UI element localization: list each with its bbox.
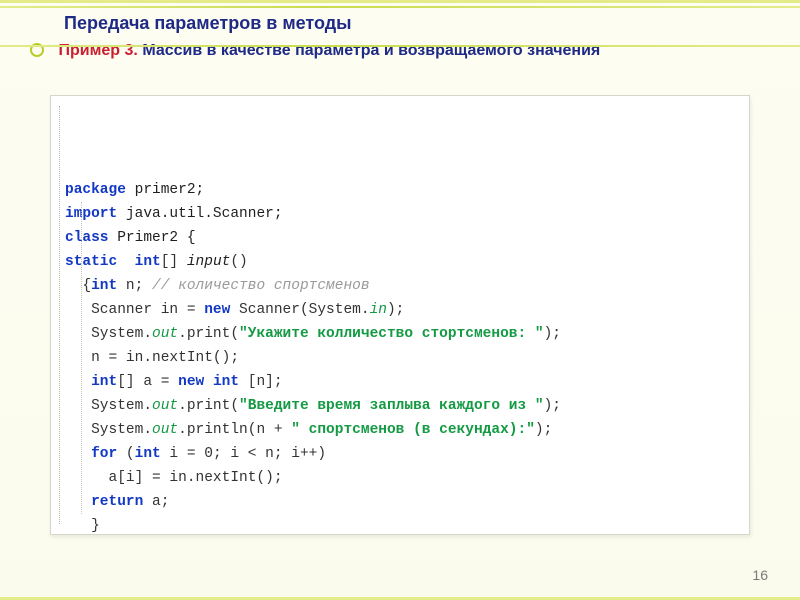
gutter-line-inner	[81, 202, 84, 514]
code-text: );	[544, 326, 561, 342]
code-text: );	[535, 422, 552, 438]
code-text	[65, 374, 91, 390]
code-block: package primer2; import java.util.Scanne…	[50, 95, 750, 535]
code-text: i = 0; i < n; i++)	[161, 446, 326, 462]
slide-subtitle: Пример 3. Массив в качестве параметра и …	[0, 34, 800, 60]
code-kw: new	[178, 374, 204, 390]
code-text: a[i] = in.nextInt();	[65, 470, 283, 486]
code-text: n = in.nextInt();	[65, 350, 239, 366]
code-comment: // количество спортсменов	[152, 278, 370, 294]
code-text: System.	[65, 398, 152, 414]
page-number: 16	[752, 567, 768, 583]
code-method-name: input	[187, 254, 231, 270]
slide-title: Передача параметров в методы	[0, 3, 800, 34]
example-text: Массив в качестве параметра и возвращаем…	[142, 42, 600, 59]
code-text: Primer2 {	[109, 230, 196, 246]
code-member: out	[152, 422, 178, 438]
gutter-line	[59, 106, 62, 524]
code-member: in	[370, 302, 387, 318]
code-text: [n];	[239, 374, 283, 390]
code-text: a;	[143, 494, 169, 510]
code-text: n;	[117, 278, 152, 294]
code-text: );	[544, 398, 561, 414]
code-type: int	[135, 446, 161, 462]
code-text: (	[117, 446, 134, 462]
code-text: .print(	[178, 326, 239, 342]
code-text: Scanner in =	[65, 302, 204, 318]
code-text: ()	[230, 254, 247, 270]
code-text: );	[387, 302, 404, 318]
bullet-icon	[30, 43, 44, 57]
code-type: int	[117, 254, 161, 270]
code-kw: package	[65, 182, 126, 198]
code-text: .println(n +	[178, 422, 291, 438]
code-kw: new	[204, 302, 230, 318]
code-text: [] a =	[117, 374, 178, 390]
code-string: "Введите время заплыва каждого из "	[239, 398, 544, 414]
code-kw: for	[91, 446, 117, 462]
code-type: int	[91, 374, 117, 390]
code-kw: import	[65, 206, 117, 222]
code-text: .print(	[178, 398, 239, 414]
code-type: int	[204, 374, 239, 390]
code-text	[65, 446, 91, 462]
code-string: "Укажите колличество стортсменов: "	[239, 326, 544, 342]
code-text: System.	[65, 422, 152, 438]
code-kw: class	[65, 230, 109, 246]
code-text: }	[65, 518, 100, 534]
code-kw: static	[65, 254, 117, 270]
code-text	[65, 494, 91, 510]
code-text: {	[65, 278, 91, 294]
code-kw: return	[91, 494, 143, 510]
slide: Передача параметров в методы Пример 3. М…	[0, 0, 800, 600]
code-type: int	[91, 278, 117, 294]
code-member: out	[152, 398, 178, 414]
code-member: out	[152, 326, 178, 342]
code-text: java.util.Scanner;	[117, 206, 282, 222]
example-label: Пример 3.	[58, 42, 137, 59]
code-text: []	[161, 254, 187, 270]
code-text: Scanner(System.	[230, 302, 369, 318]
code-text: primer2;	[126, 182, 204, 198]
code-text: System.	[65, 326, 152, 342]
code-string: " спортсменов (в секундах):"	[291, 422, 535, 438]
